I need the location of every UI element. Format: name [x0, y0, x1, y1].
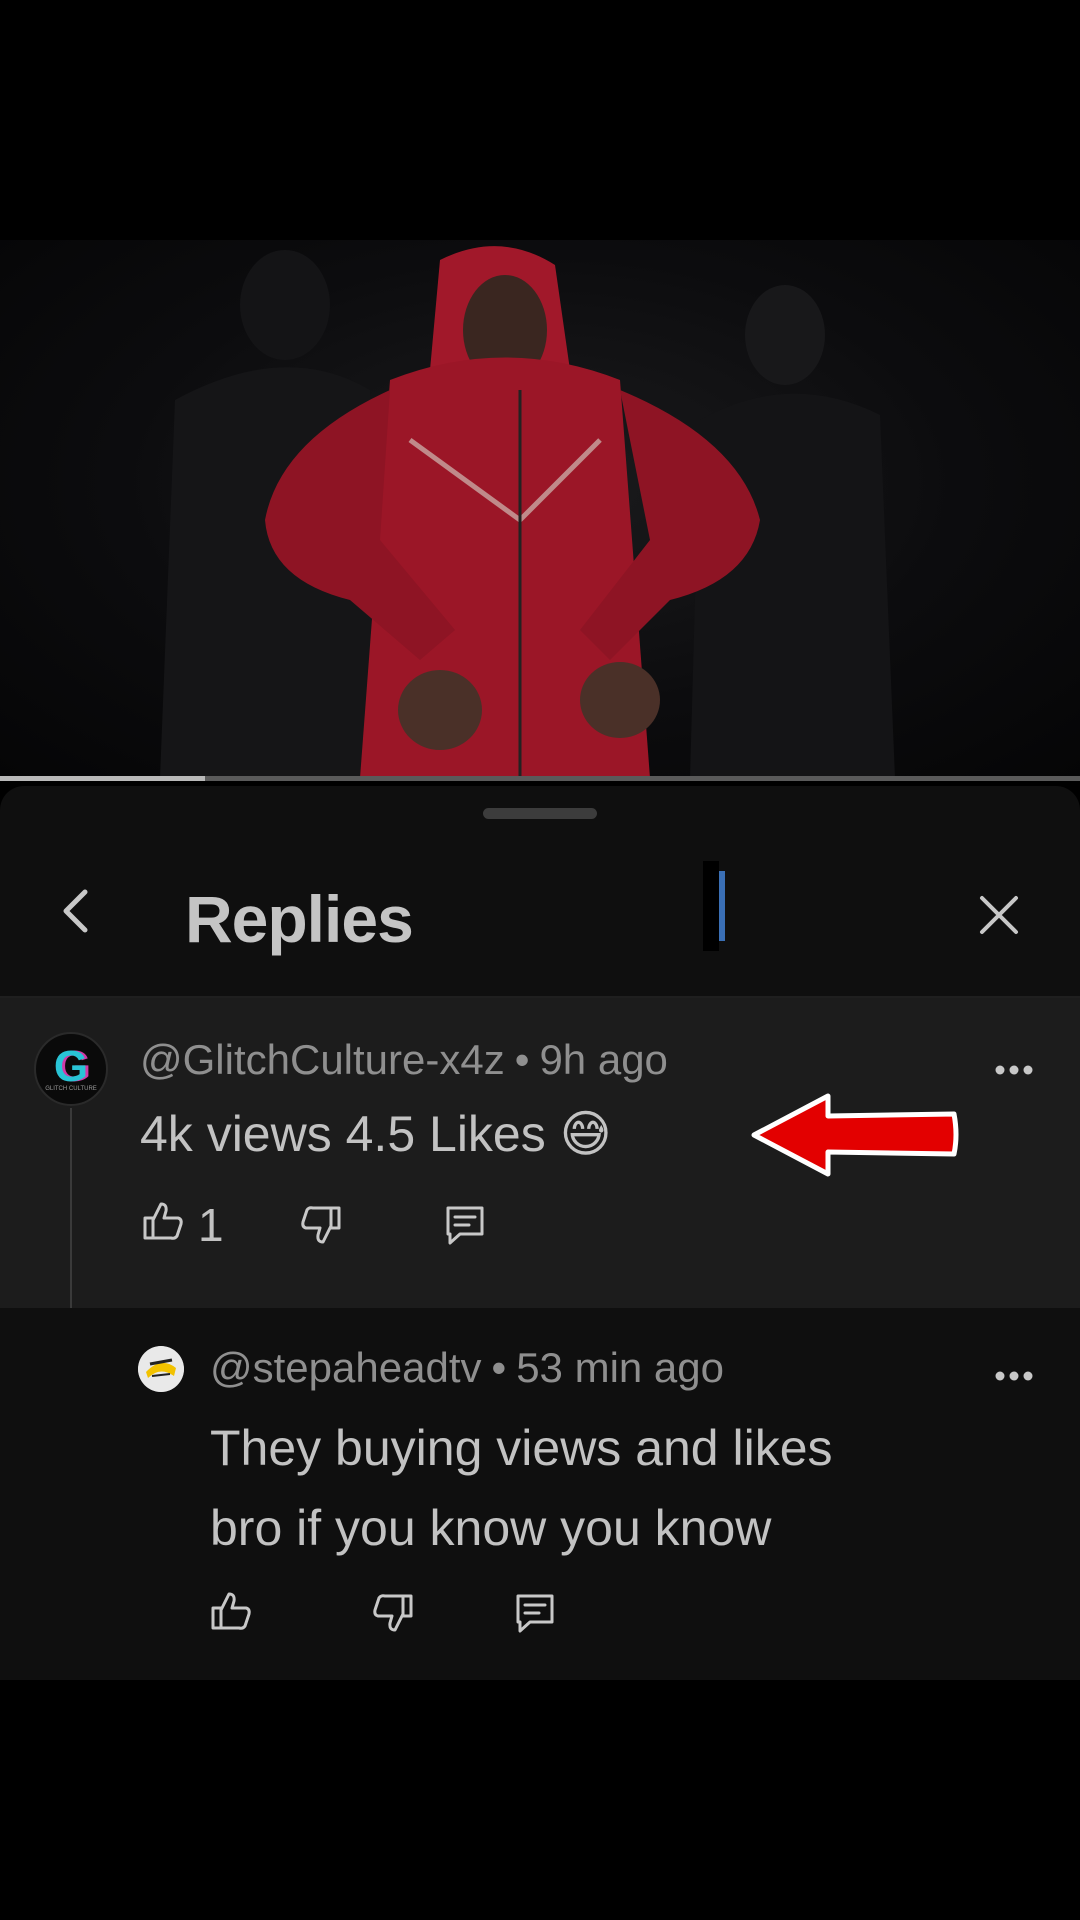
video-progress-bar[interactable] [0, 776, 1080, 781]
drag-handle[interactable] [483, 808, 597, 819]
comment-icon [446, 1206, 484, 1245]
comment-author[interactable]: @stepaheadtv [210, 1344, 481, 1391]
comment-icon [516, 1594, 554, 1633]
chevron-left-icon [63, 889, 88, 933]
glitch-artifact [703, 861, 725, 951]
back-button[interactable] [52, 886, 102, 936]
thumbs-up-icon [211, 1592, 251, 1630]
comment-item: G GLITCH CULTURE @GlitchCulture-x4z • 9h a… [0, 998, 1080, 1308]
comment-time: 9h ago [539, 1036, 668, 1083]
thumbs-down-icon [373, 1594, 413, 1632]
replies-sheet: Replies G GLITCH CULTURE @GlitchCulture-… [0, 786, 1080, 1680]
like-button[interactable] [140, 1198, 186, 1249]
comment-author[interactable]: @GlitchCulture-x4z [140, 1036, 505, 1083]
more-options-button[interactable] [990, 1366, 1038, 1386]
comment-text-content: 4k views 4.5 Likes [140, 1106, 546, 1162]
avatar-logo [138, 1346, 184, 1392]
close-icon [980, 896, 1018, 934]
like-count: 1 [198, 1199, 224, 1251]
avatar[interactable] [138, 1346, 184, 1392]
comment-text-line: bro if you know you know [210, 1500, 772, 1556]
avatar-initial: G [53, 1042, 89, 1091]
reply-button[interactable] [512, 1590, 558, 1641]
more-horizontal-icon [995, 1065, 1033, 1075]
like-button[interactable] [208, 1588, 254, 1639]
video-frame [160, 246, 895, 778]
meta-separator: • [514, 1036, 530, 1083]
red-arrow-icon [751, 1093, 959, 1177]
comment-item: @stepaheadtv • 53 min ago They buying view… [0, 1308, 1080, 1680]
comment-meta: @stepaheadtv • 53 min ago [210, 1344, 724, 1392]
reply-button[interactable] [442, 1202, 488, 1253]
sweat-smile-emoji: 😅 [559, 1106, 612, 1162]
comment-text-line: They buying views and likes [210, 1420, 833, 1476]
thumbs-up-icon [143, 1202, 183, 1240]
comment-text: 4k views 4.5 Likes 😅 [140, 1094, 612, 1174]
video-progress-fill [0, 776, 206, 781]
more-horizontal-icon [995, 1371, 1033, 1381]
more-options-button[interactable] [990, 1060, 1038, 1080]
thumbs-down-icon [301, 1206, 341, 1244]
video-player[interactable] [0, 240, 1080, 778]
dislike-button[interactable] [298, 1202, 344, 1253]
comment-time: 53 min ago [516, 1344, 725, 1391]
meta-separator: • [491, 1344, 507, 1391]
close-button[interactable] [976, 892, 1022, 938]
comment-text: They buying views and likes bro if you k… [210, 1408, 833, 1568]
sheet-title: Replies [185, 882, 414, 956]
comment-meta: @GlitchCulture-x4z • 9h ago [140, 1036, 668, 1084]
avatar[interactable]: G GLITCH CULTURE [34, 1032, 108, 1106]
dislike-button[interactable] [370, 1590, 416, 1641]
avatar-caption: GLITCH CULTURE [45, 1086, 97, 1092]
